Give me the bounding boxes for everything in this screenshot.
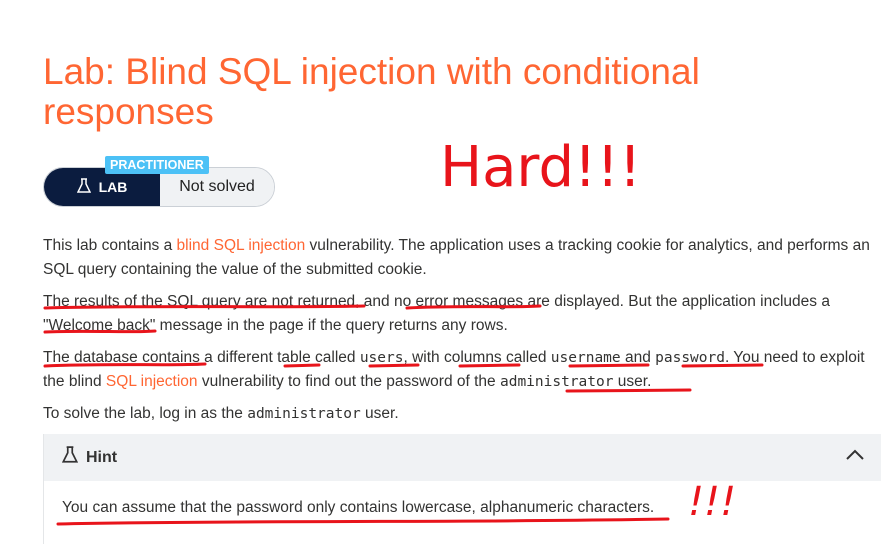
- chevron-up-icon[interactable]: [845, 448, 865, 466]
- description-paragraph-3: The database contains a different table …: [43, 349, 865, 390]
- code-password: password: [655, 350, 725, 366]
- lab-badge: PRACTITIONER LAB Not solved: [43, 156, 275, 207]
- lab-description: This lab contains a blind SQL injection …: [43, 234, 883, 434]
- code-username: username: [550, 350, 621, 366]
- hint-panel: Hint You can assume that the password on…: [43, 434, 881, 544]
- hard-annotation: Hard!!!: [440, 135, 641, 200]
- code-users: users: [359, 350, 404, 366]
- hint-text: You can assume that the password only co…: [62, 499, 655, 516]
- practitioner-label: PRACTITIONER: [105, 156, 209, 174]
- blind-sqli-link[interactable]: blind SQL injection: [177, 237, 306, 254]
- page-title: Lab: Blind SQL injection with conditiona…: [43, 51, 700, 132]
- lab-text: LAB: [98, 179, 128, 195]
- flask-icon: [76, 177, 91, 197]
- hint-header[interactable]: Hint: [44, 434, 881, 481]
- sqli-link[interactable]: SQL injection: [106, 373, 198, 390]
- description-paragraph-2: The results of the SQL query are not ret…: [43, 293, 830, 334]
- code-administrator-2: administrator: [247, 406, 361, 422]
- description-paragraph-1: This lab contains a blind SQL injection …: [43, 237, 870, 278]
- description-paragraph-4: To solve the lab, log in as the administ…: [43, 405, 399, 422]
- code-administrator: administrator: [499, 374, 614, 390]
- hint-label: Hint: [86, 448, 118, 466]
- flask-icon: [61, 446, 79, 469]
